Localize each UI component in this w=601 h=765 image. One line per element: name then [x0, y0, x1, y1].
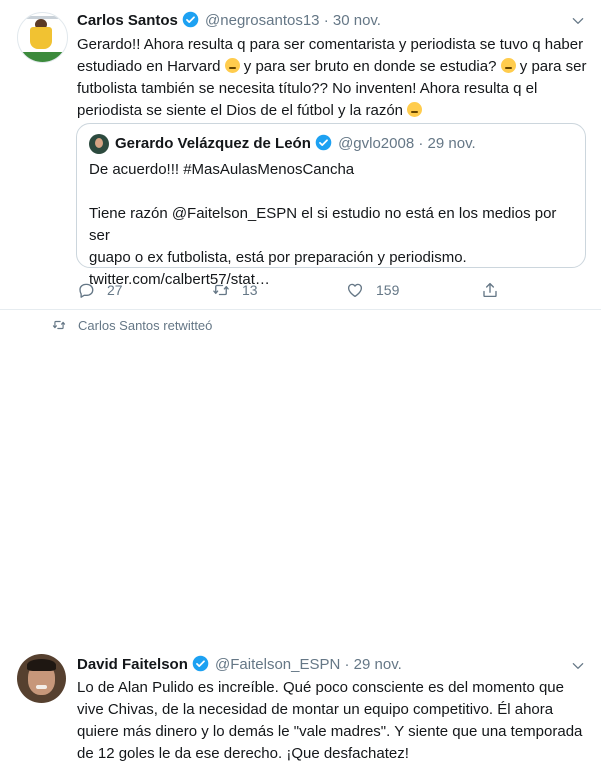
text-line: y para ser [515, 58, 587, 75]
quoted-date: 29 nov. [427, 135, 476, 152]
quoted-author-handle: @gvlo2008 [338, 135, 415, 152]
tweet-text: Lo de Alan Pulido es increíble. Qué poco… [77, 677, 587, 765]
verified-badge-icon [315, 134, 332, 151]
smiling-emoji-icon [407, 102, 423, 117]
thinking-emoji-icon [500, 58, 516, 73]
tweet-carlos-santos[interactable]: Carlos Santos @negrosantos13 · 30 nov. G… [0, 0, 601, 310]
text-line: estudiado en Harvard [77, 58, 221, 75]
thinking-emoji-icon [224, 58, 240, 73]
author-handle[interactable]: @negrosantos13 [205, 12, 319, 29]
like-button[interactable]: 159 [346, 279, 399, 301]
reply-count: 27 [107, 282, 123, 298]
verified-badge-icon [192, 655, 209, 672]
tweet-text: Gerardo!! Ahora resulta q para ser comen… [77, 34, 587, 122]
avatar[interactable] [17, 12, 68, 63]
text-line: quiere más dinero y lo demás le "vale ma… [77, 723, 583, 740]
retweet-button[interactable]: 13 [212, 279, 258, 301]
text-line: futbolista también se necesita título?? … [77, 80, 538, 97]
text-line: y para ser bruto en donde se estudia? [239, 58, 497, 75]
quoted-tweet[interactable]: Gerardo Velázquez de León @gvlo2008 · 29… [76, 123, 586, 288]
quoted-text-line: guapo o ex futbolista, está por preparac… [89, 249, 467, 266]
author-name[interactable]: Carlos Santos [77, 12, 178, 29]
tweet-david-faitelson[interactable]: David Faitelson @Faitelson_ESPN · 29 nov… [0, 310, 601, 762]
retweet-icon [213, 284, 229, 296]
quoted-text-line: De acuerdo!!! #MasAulasMenosCancha [89, 161, 355, 178]
text-line: Gerardo!! Ahora resulta q para ser comen… [77, 36, 584, 53]
separator: · [344, 656, 350, 673]
quoted-text-line: Tiene razón @Faitelson_ESPN el si estudi… [89, 205, 557, 244]
tweet-date[interactable]: 29 nov. [354, 656, 402, 673]
verified-badge-icon [182, 11, 199, 28]
tweet-date[interactable]: 30 nov. [333, 12, 381, 29]
text-line: periodista se siente el Dios de el fútbo… [77, 102, 404, 119]
text-line: Lo de Alan Pulido es increíble. Qué poco… [77, 679, 564, 696]
share-icon [483, 282, 497, 298]
reply-button[interactable]: 27 [77, 279, 123, 301]
reply-icon [79, 283, 94, 298]
chevron-down-icon[interactable] [571, 14, 585, 28]
quoted-header: Gerardo Velázquez de León @gvlo2008 · 29… [115, 134, 476, 152]
author-name[interactable]: David Faitelson [77, 656, 188, 673]
avatar[interactable] [17, 654, 66, 703]
author-handle[interactable]: @Faitelson_ESPN [215, 656, 340, 673]
tweet-header: Carlos Santos @negrosantos13 · 30 nov. [77, 11, 381, 29]
heart-icon [347, 283, 363, 298]
chevron-down-icon[interactable] [571, 659, 585, 673]
quoted-author-name: Gerardo Velázquez de León [115, 135, 311, 152]
text-line: de 12 goles le da ese derecho. ¡Que desf… [77, 745, 409, 762]
text-line: vive Chivas, de la necesidad de montar u… [77, 701, 554, 718]
retweet-count: 13 [242, 282, 258, 298]
separator: · [418, 135, 424, 152]
tweet-header: David Faitelson @Faitelson_ESPN · 29 nov… [77, 655, 402, 673]
quoted-avatar[interactable] [89, 134, 109, 154]
separator: · [323, 12, 329, 29]
share-button[interactable] [481, 279, 499, 301]
like-count: 159 [376, 282, 400, 298]
quoted-text: De acuerdo!!! #MasAulasMenosCancha Tiene… [89, 159, 569, 291]
